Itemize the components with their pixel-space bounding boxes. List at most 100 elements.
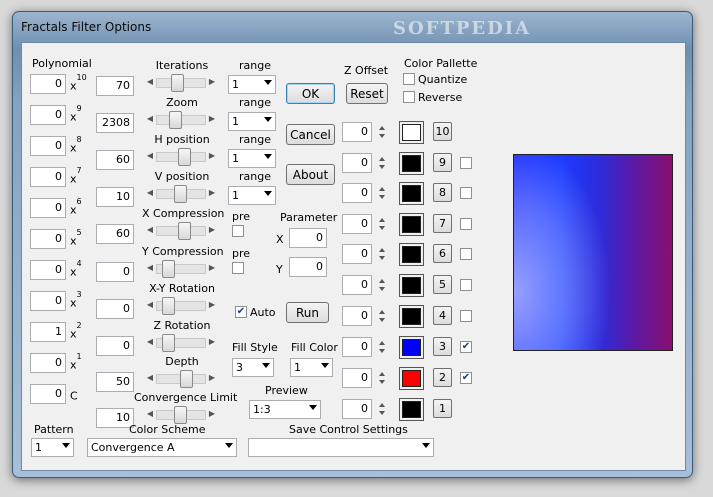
coefficient-input[interactable]: 0 xyxy=(30,229,66,249)
color-swatch[interactable] xyxy=(399,367,424,390)
z-offset-input[interactable]: 0 xyxy=(342,275,372,295)
slider-right-arrow-icon[interactable]: ▶ xyxy=(208,262,216,274)
z-offset-spinner[interactable] xyxy=(377,399,389,419)
z-offset-input[interactable]: 0 xyxy=(342,244,372,264)
z-offset-spinner[interactable] xyxy=(377,122,389,142)
coefficient-input[interactable]: 1 xyxy=(30,322,66,342)
spin-down-icon[interactable] xyxy=(379,349,385,353)
slider-right-arrow-icon[interactable]: ▶ xyxy=(208,76,216,88)
coefficient-input[interactable]: 0 xyxy=(30,291,66,311)
color-enable-checkbox[interactable] xyxy=(460,157,472,169)
param-slider[interactable]: ◀ ▶ xyxy=(146,369,216,388)
parameter-x-input[interactable]: 0 xyxy=(289,228,327,248)
quantize-checkbox[interactable] xyxy=(403,73,415,85)
color-enable-checkbox[interactable] xyxy=(460,187,472,199)
color-swatch[interactable] xyxy=(399,243,424,266)
coefficient-input[interactable]: 0 xyxy=(30,136,66,156)
param-value-input[interactable]: 50 xyxy=(96,372,134,392)
z-offset-spinner[interactable] xyxy=(377,275,389,295)
slider-right-arrow-icon[interactable]: ▶ xyxy=(208,372,216,384)
slider-thumb[interactable] xyxy=(161,334,175,352)
spin-down-icon[interactable] xyxy=(379,195,385,199)
color-index-button[interactable]: 3 xyxy=(433,337,452,356)
spin-up-icon[interactable] xyxy=(379,248,385,252)
spin-up-icon[interactable] xyxy=(379,341,385,345)
param-slider[interactable]: ◀ ▶ xyxy=(146,259,216,278)
slider-left-arrow-icon[interactable]: ◀ xyxy=(146,262,154,274)
color-swatch[interactable] xyxy=(399,274,424,297)
run-button[interactable]: Run xyxy=(286,302,329,323)
slider-left-arrow-icon[interactable]: ◀ xyxy=(146,299,154,311)
fill-color-dropdown[interactable]: 1 xyxy=(290,358,333,377)
slider-thumb[interactable] xyxy=(161,260,175,278)
range-dropdown[interactable]: 1 xyxy=(228,75,276,94)
slider-right-arrow-icon[interactable]: ▶ xyxy=(208,408,216,420)
color-enable-checkbox[interactable] xyxy=(460,248,472,260)
param-value-input[interactable]: 10 xyxy=(96,187,134,207)
param-value-input[interactable]: 60 xyxy=(96,150,134,170)
slider-thumb[interactable] xyxy=(177,222,191,240)
coefficient-input[interactable]: 0 xyxy=(30,198,66,218)
color-index-button[interactable]: 10 xyxy=(433,122,452,141)
color-index-button[interactable]: 4 xyxy=(433,306,452,325)
z-offset-spinner[interactable] xyxy=(377,337,389,357)
slider-right-arrow-icon[interactable]: ▶ xyxy=(208,299,216,311)
slider-thumb[interactable] xyxy=(177,148,191,166)
param-value-input[interactable]: 60 xyxy=(96,224,134,244)
param-value-input[interactable]: 0 xyxy=(96,262,134,282)
spin-down-icon[interactable] xyxy=(379,165,385,169)
param-slider[interactable]: ◀ ▶ xyxy=(146,147,216,166)
slider-left-arrow-icon[interactable]: ◀ xyxy=(146,76,154,88)
color-enable-checkbox[interactable] xyxy=(460,310,472,322)
param-value-input[interactable]: 70 xyxy=(96,76,134,96)
slider-thumb[interactable] xyxy=(174,406,188,424)
cancel-button[interactable]: Cancel xyxy=(286,124,335,145)
spin-down-icon[interactable] xyxy=(379,256,385,260)
param-value-input[interactable]: 0 xyxy=(96,299,134,319)
z-offset-spinner[interactable] xyxy=(377,214,389,234)
param-slider[interactable]: ◀ ▶ xyxy=(146,73,216,92)
coefficient-input[interactable]: 0 xyxy=(30,353,66,373)
slider-left-arrow-icon[interactable]: ◀ xyxy=(146,187,154,199)
color-swatch[interactable] xyxy=(399,152,424,175)
pre-y-checkbox[interactable] xyxy=(232,262,244,274)
pre-x-checkbox[interactable] xyxy=(232,225,244,237)
fill-style-dropdown[interactable]: 3 xyxy=(232,358,274,377)
slider-thumb[interactable] xyxy=(161,297,175,315)
z-offset-spinner[interactable] xyxy=(377,368,389,388)
slider-left-arrow-icon[interactable]: ◀ xyxy=(146,408,154,420)
slider-thumb[interactable] xyxy=(174,185,188,203)
slider-right-arrow-icon[interactable]: ▶ xyxy=(208,150,216,162)
coefficient-input[interactable]: 0 xyxy=(30,105,66,125)
color-scheme-dropdown[interactable]: Convergence A xyxy=(87,438,237,457)
z-offset-spinner[interactable] xyxy=(377,153,389,173)
spin-down-icon[interactable] xyxy=(379,380,385,384)
color-swatch[interactable] xyxy=(399,398,424,421)
spin-down-icon[interactable] xyxy=(379,134,385,138)
coefficient-input[interactable]: 0 xyxy=(30,384,66,404)
spin-up-icon[interactable] xyxy=(379,187,385,191)
color-index-button[interactable]: 1 xyxy=(433,399,452,418)
z-offset-input[interactable]: 0 xyxy=(342,337,372,357)
color-swatch[interactable] xyxy=(399,305,424,328)
z-offset-input[interactable]: 0 xyxy=(342,399,372,419)
slider-right-arrow-icon[interactable]: ▶ xyxy=(208,113,216,125)
pattern-dropdown[interactable]: 1 xyxy=(31,438,74,457)
slider-left-arrow-icon[interactable]: ◀ xyxy=(146,336,154,348)
z-offset-input[interactable]: 0 xyxy=(342,122,372,142)
color-index-button[interactable]: 2 xyxy=(433,368,452,387)
save-settings-dropdown[interactable] xyxy=(248,438,434,457)
z-offset-spinner[interactable] xyxy=(377,183,389,203)
color-swatch[interactable] xyxy=(399,336,424,359)
color-index-button[interactable]: 5 xyxy=(433,275,452,294)
slider-left-arrow-icon[interactable]: ◀ xyxy=(146,224,154,236)
reset-button[interactable]: Reset xyxy=(346,83,388,104)
spin-up-icon[interactable] xyxy=(379,403,385,407)
z-offset-input[interactable]: 0 xyxy=(342,306,372,326)
auto-checkbox[interactable]: ✔ xyxy=(235,306,247,318)
param-slider[interactable]: ◀ ▶ xyxy=(146,405,216,424)
range-dropdown[interactable]: 1 xyxy=(228,186,276,205)
slider-thumb[interactable] xyxy=(179,370,193,388)
range-dropdown[interactable]: 1 xyxy=(228,149,276,168)
z-offset-input[interactable]: 0 xyxy=(342,214,372,234)
